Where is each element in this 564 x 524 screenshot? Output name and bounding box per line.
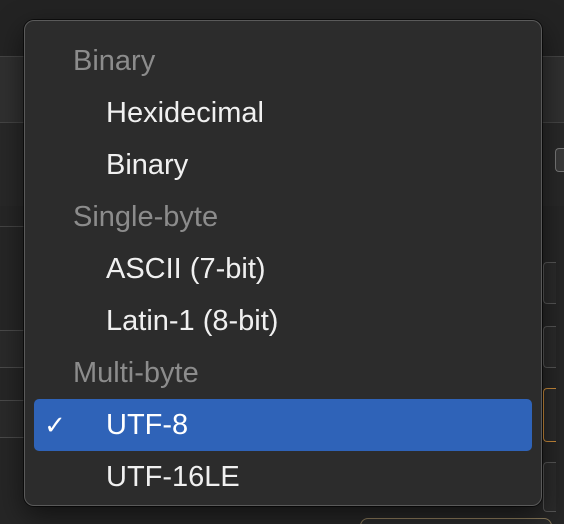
background-input-field-focused[interactable] [543,388,556,442]
menu-item-label: UTF-16LE [106,461,240,493]
menu-item-hexidecimal[interactable]: Hexidecimal [34,87,532,139]
menu-section-header-single-byte: Single-byte [25,191,541,243]
menu-item-utf-16le[interactable]: UTF-16LE [34,451,532,503]
checkmark-icon: ✓ [44,410,66,440]
section-header-label: Binary [73,45,156,77]
menu-item-utf-8[interactable]: ✓ UTF-8 [34,399,532,451]
background-input-field[interactable] [543,462,556,512]
menu-item-latin-1[interactable]: Latin-1 (8-bit) [34,295,532,347]
encoding-popup-menu: Binary Hexidecimal Binary Single-byte AS… [24,20,542,506]
menu-section-header-multi-byte: Multi-byte [25,347,541,399]
menu-section-header-binary: Binary [25,35,541,87]
menu-item-label: ASCII (7-bit) [106,253,266,285]
background-button[interactable] [360,518,552,524]
menu-item-label: Binary [106,149,189,181]
section-header-label: Multi-byte [73,357,199,389]
menu-item-label: Hexidecimal [106,97,264,129]
section-header-label: Single-byte [73,201,219,233]
background-input-field[interactable] [543,262,556,304]
menu-item-label: Latin-1 (8-bit) [106,305,279,337]
menu-item-label: UTF-8 [106,409,189,441]
background-left-field [0,330,25,368]
app-window-background: Binary Hexidecimal Binary Single-byte AS… [0,0,564,524]
menu-item-ascii[interactable]: ASCII (7-bit) [34,243,532,295]
menu-item-binary[interactable]: Binary [34,139,532,191]
background-input-field[interactable] [543,326,556,368]
background-left-field [0,400,25,438]
background-checkbox[interactable] [555,148,564,172]
